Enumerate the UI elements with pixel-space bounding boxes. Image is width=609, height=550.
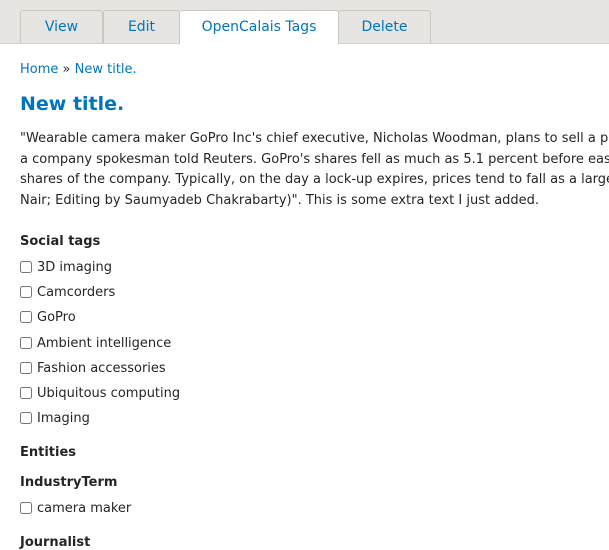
tab-delete[interactable]: Delete (338, 10, 431, 43)
tab-bar: View Edit OpenCalais Tags Delete (0, 0, 609, 44)
social-tag-checkbox[interactable] (20, 362, 32, 374)
social-tag-checkbox[interactable] (20, 261, 32, 273)
social-tag-label[interactable]: Ambient intelligence (37, 336, 171, 351)
social-tag-label[interactable]: GoPro (37, 310, 76, 325)
breadcrumb: Home » New title. (20, 62, 137, 77)
body-line: Nair; Editing by Saumyadeb Chakrabarty)"… (20, 192, 540, 208)
social-tag-row: Ambient intelligence (20, 334, 171, 352)
industry-term-row: camera maker (20, 499, 131, 517)
tab-edit[interactable]: Edit (103, 10, 180, 43)
breadcrumb-separator: » (62, 62, 71, 77)
social-tag-checkbox[interactable] (20, 286, 32, 298)
social-tag-checkbox[interactable] (20, 311, 32, 323)
social-tag-row: Imaging (20, 409, 90, 427)
social-tags-heading: Social tags (20, 234, 101, 249)
industry-term-checkbox[interactable] (20, 502, 32, 514)
social-tag-row: Fashion accessories (20, 359, 166, 377)
body-line: "Wearable camera maker GoPro Inc's chief… (20, 131, 609, 146)
social-tag-row: Camcorders (20, 283, 115, 301)
industry-term-label[interactable]: camera maker (37, 501, 131, 516)
tab-opencalais-tags[interactable]: OpenCalais Tags (179, 10, 339, 44)
social-tag-row: GoPro (20, 308, 76, 326)
page-title: New title. (20, 93, 125, 115)
breadcrumb-home-link[interactable]: Home (20, 62, 58, 77)
social-tag-row: Ubiquitous computing (20, 384, 180, 402)
social-tag-label[interactable]: Ubiquitous computing (37, 386, 180, 401)
node-body: "Wearable camera maker GoPro Inc's chief… (20, 129, 609, 211)
social-tag-label[interactable]: Imaging (37, 411, 90, 426)
body-line: a company spokesman told Reuters. GoPro'… (20, 151, 609, 167)
social-tag-label[interactable]: Fashion accessories (37, 361, 166, 376)
social-tag-checkbox[interactable] (20, 337, 32, 349)
social-tag-row: 3D imaging (20, 258, 112, 276)
tab-view[interactable]: View (20, 10, 103, 43)
social-tag-checkbox[interactable] (20, 387, 32, 399)
body-line: shares of the company. Typically, on the… (20, 172, 609, 187)
entities-heading: Entities (20, 445, 77, 460)
journalist-heading: Journalist (20, 535, 91, 550)
industry-term-heading: IndustryTerm (20, 475, 118, 490)
social-tag-checkbox[interactable] (20, 412, 32, 424)
social-tag-label[interactable]: 3D imaging (37, 260, 112, 275)
breadcrumb-current-link[interactable]: New title. (75, 62, 137, 77)
social-tag-label[interactable]: Camcorders (37, 285, 115, 300)
